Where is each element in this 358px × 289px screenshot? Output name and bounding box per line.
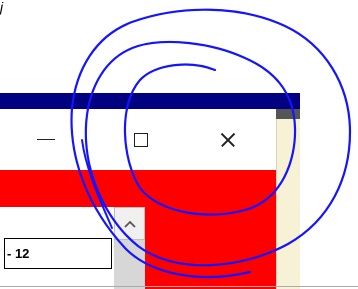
bottom-divider xyxy=(0,286,358,287)
chevron-up-icon xyxy=(123,220,136,228)
minimize-button[interactable] xyxy=(16,109,76,170)
partial-text-fragment: j xyxy=(0,0,4,15)
scroll-up-button[interactable] xyxy=(114,207,145,240)
window-title-bar[interactable] xyxy=(0,93,300,109)
value-field[interactable]: - 12 xyxy=(4,238,112,269)
window-right-frame-top xyxy=(276,109,300,119)
background-area xyxy=(300,109,358,289)
window-right-frame xyxy=(276,109,300,289)
maximize-icon xyxy=(134,132,148,147)
close-icon xyxy=(219,131,237,149)
vertical-scrollbar[interactable] xyxy=(114,207,145,289)
close-button[interactable] xyxy=(198,109,258,170)
window-controls-bar xyxy=(0,109,276,170)
minimize-icon xyxy=(37,139,55,140)
maximize-button[interactable] xyxy=(111,109,171,170)
